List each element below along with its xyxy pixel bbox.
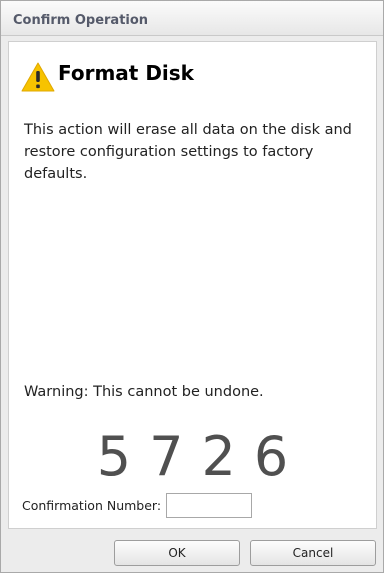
confirmation-number-label: Confirmation Number: (22, 497, 162, 513)
warning-triangle-icon (21, 62, 55, 92)
confirmation-row: Confirmation Number: (22, 491, 253, 519)
undo-warning-text: Warning: This cannot be undone. (24, 384, 264, 400)
ok-button[interactable]: OK (114, 540, 240, 566)
confirmation-number-input[interactable] (166, 492, 253, 518)
confirmation-code: 5726 (96, 425, 307, 488)
dialog-title: Confirm Operation (13, 13, 149, 28)
confirm-operation-dialog: Confirm Operation Format Disk This actio… (0, 0, 384, 573)
dialog-heading: Format Disk (58, 61, 194, 85)
dialog-message: This action will erase all data on the d… (24, 122, 352, 182)
dialog-titlebar[interactable]: Confirm Operation (1, 1, 383, 36)
cancel-button[interactable]: Cancel (250, 540, 376, 566)
dialog-content: Format Disk This action will erase all d… (8, 41, 377, 529)
